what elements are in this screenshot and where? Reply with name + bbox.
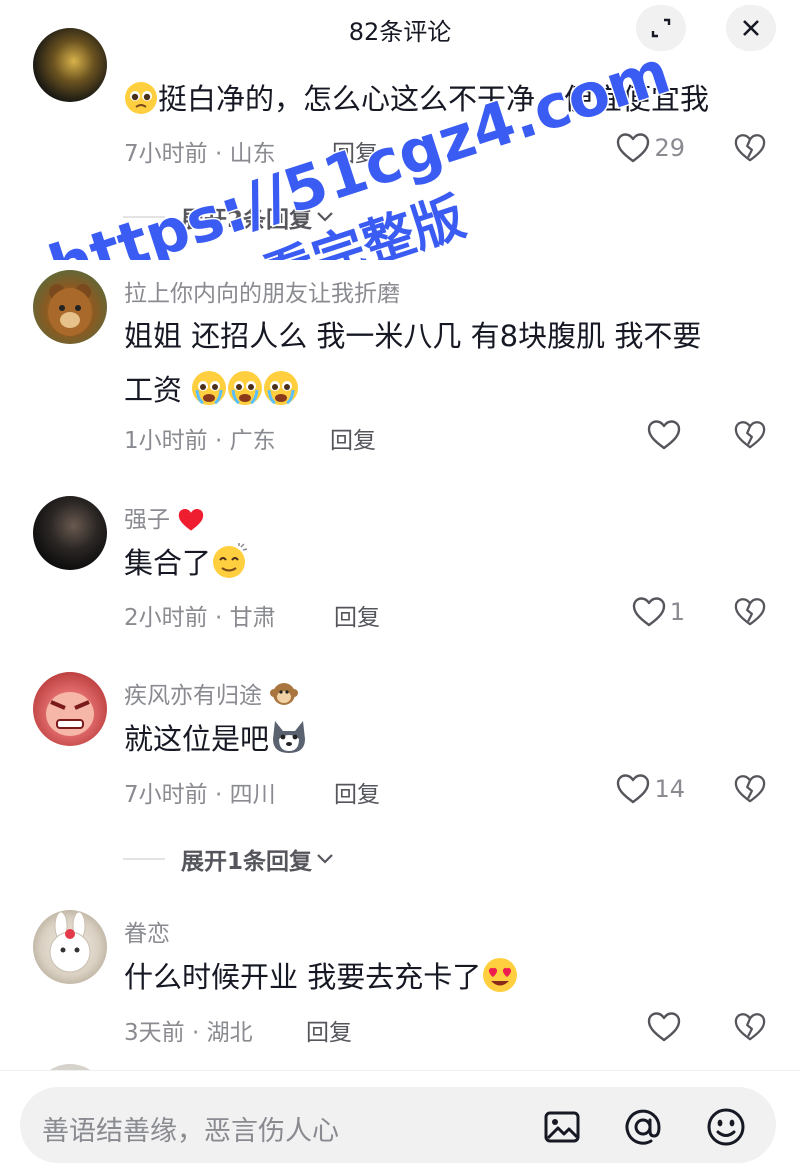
like-count: 29 [654, 134, 685, 162]
broken-heart-icon[interactable] [734, 1011, 766, 1043]
expand-replies-button[interactable]: 展开1条回复 [123, 844, 334, 875]
like-button[interactable] [647, 418, 685, 452]
heart-outline-icon [617, 774, 650, 804]
like-button[interactable] [647, 1010, 685, 1044]
angry-character-avatar-icon [46, 692, 94, 736]
comment-input-bar: 善语结善缘，恶言伤人心 [0, 1070, 800, 1174]
heart-outline-icon [647, 420, 681, 450]
emoji-icon[interactable] [706, 1107, 746, 1147]
reply-button[interactable]: 回复 [330, 421, 376, 455]
comment-list[interactable]: 挺白净的，怎么心这么不干净，便宜便宜我 7小时前 · 山东 回复 29 展开2条… [0, 0, 800, 1070]
bunny-avatar-icon [49, 911, 91, 973]
expand-replies-label: 展开2条回复 [181, 207, 313, 233]
avatar[interactable] [33, 270, 107, 344]
comment-time-location: 1小时前 · 广东 [124, 428, 276, 454]
crying-face-emoji-icon [191, 369, 227, 423]
chevron-down-icon [317, 212, 333, 222]
avatar[interactable] [33, 910, 107, 984]
red-heart-icon [177, 507, 205, 539]
bear-avatar-icon [48, 284, 92, 336]
comment-text: 什么时候开业 我要去充卡了 [124, 950, 754, 1010]
broken-heart-icon[interactable] [734, 132, 766, 164]
divider [123, 216, 165, 218]
crying-face-emoji-icon [227, 369, 263, 423]
image-icon[interactable] [542, 1107, 582, 1147]
comment-text: 姐姐 还招人么 我一米八几 有8块腹肌 我不要 工资 [124, 309, 754, 423]
comment-text-line: 工资 [124, 363, 754, 423]
pleading-face-emoji-icon [124, 78, 158, 132]
avatar[interactable] [33, 672, 107, 746]
like-count: 1 [669, 598, 685, 626]
broken-heart-icon[interactable] [734, 773, 766, 805]
expand-button[interactable] [636, 5, 686, 51]
comment-input-placeholder: 善语结善缘，恶言伤人心 [42, 1116, 339, 1147]
broken-heart-icon[interactable] [734, 596, 766, 628]
comment-username[interactable]: 疾风亦有归途 [124, 676, 299, 715]
broken-heart-icon[interactable] [734, 419, 766, 451]
comment-text-line: 姐姐 还招人么 我一米八几 有8块腹肌 我不要 [124, 319, 702, 353]
comment-input[interactable]: 善语结善缘，恶言伤人心 [20, 1087, 776, 1163]
divider [123, 858, 165, 860]
comment-time-location: 7小时前 · 四川 [124, 782, 276, 808]
comment-time-location: 2小时前 · 甘肃 [124, 605, 276, 631]
reply-button[interactable]: 回复 [306, 1013, 352, 1047]
comment-text: 就这位是吧 [124, 712, 754, 772]
heart-outline-icon [632, 597, 665, 627]
reply-button[interactable]: 回复 [334, 775, 380, 809]
monkey-emoji-icon [269, 679, 299, 715]
like-count: 14 [654, 775, 685, 803]
comments-header: 82条评论 [0, 0, 800, 56]
expand-icon [651, 18, 671, 38]
reply-button[interactable]: 回复 [334, 598, 380, 632]
close-button[interactable] [726, 5, 776, 51]
dizzy-face-emoji-icon [211, 542, 249, 596]
comment-time-location: 3天前 · 湖北 [124, 1020, 253, 1046]
comment-text: 挺白净的，怎么心这么不干净，便宜便宜我 [124, 72, 754, 132]
chevron-down-icon [317, 854, 333, 864]
comment-username[interactable]: 强子 [124, 500, 205, 539]
crying-face-emoji-icon [263, 369, 299, 423]
comment-time-location: 7小时前 · 山东 [124, 141, 276, 167]
at-icon[interactable] [623, 1107, 663, 1147]
expand-replies-button[interactable]: 展开2条回复 [123, 202, 334, 233]
avatar[interactable] [33, 496, 107, 570]
husky-dog-emoji-icon [269, 717, 309, 772]
heart-eyes-emoji-icon [481, 956, 519, 1010]
expand-replies-label: 展开1条回复 [181, 849, 313, 875]
heart-outline-icon [617, 133, 650, 163]
close-icon [743, 20, 759, 36]
like-button[interactable]: 14 [616, 772, 685, 806]
comment-username[interactable]: 眷恋 [124, 914, 170, 948]
heart-outline-icon [647, 1012, 681, 1042]
like-button[interactable]: 1 [632, 595, 685, 629]
like-button[interactable]: 29 [616, 131, 685, 165]
comment-text: 集合了 [124, 536, 754, 596]
reply-button[interactable]: 回复 [332, 134, 378, 168]
comment-username[interactable]: 拉上你内向的朋友让我折磨 [124, 274, 400, 308]
